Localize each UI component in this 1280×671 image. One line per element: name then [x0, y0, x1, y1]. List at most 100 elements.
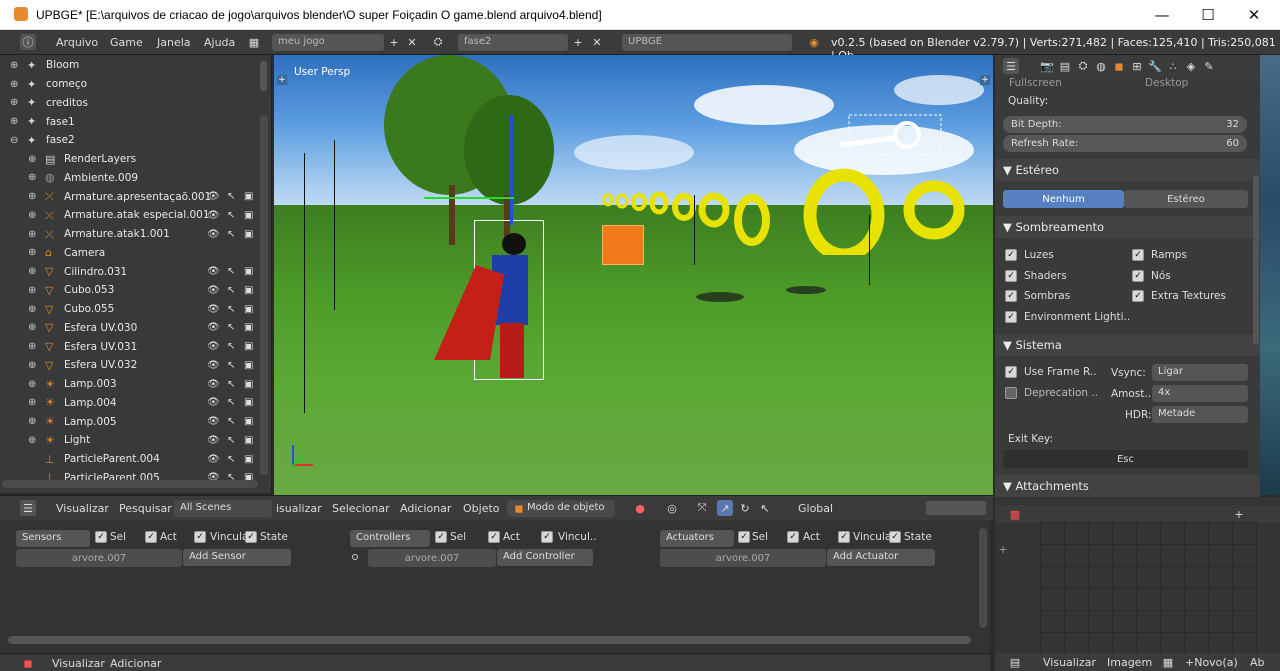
- logic-menu-visualizar[interactable]: Visualizar: [52, 657, 105, 670]
- render-icon[interactable]: ▣: [244, 379, 253, 390]
- outliner-item[interactable]: ⊕ ▽ Esfera UV.032 👁 ↖ ▣: [0, 356, 260, 375]
- editor-type-icon[interactable]: ◼: [20, 655, 36, 671]
- menu-game[interactable]: Game: [110, 36, 143, 49]
- vsync-select[interactable]: Ligar: [1152, 364, 1248, 381]
- samples-select[interactable]: 4x: [1152, 385, 1248, 402]
- actuators-act-checkbox[interactable]: ✓: [787, 531, 799, 543]
- shading-option-checkbox[interactable]: ✓: [1132, 270, 1144, 282]
- render-icon[interactable]: ▣: [244, 304, 253, 315]
- eye-icon[interactable]: 👁: [207, 229, 220, 240]
- add-scene-icon[interactable]: +: [570, 34, 586, 50]
- outliner-item[interactable]: ⊥ ParticleParent.004 👁 ↖ ▣: [0, 450, 260, 469]
- world-tab-icon[interactable]: ◍: [1093, 58, 1109, 74]
- controllers-act-checkbox[interactable]: ✓: [488, 531, 500, 543]
- eye-icon[interactable]: 👁: [207, 285, 220, 296]
- image-menu-imagem[interactable]: Imagem: [1107, 656, 1152, 669]
- cursor-icon[interactable]: ↖: [227, 191, 235, 202]
- controllers-menu[interactable]: Controllers: [350, 530, 430, 547]
- outliner-item[interactable]: ⊕ ☀ Lamp.003 👁 ↖ ▣: [0, 375, 260, 394]
- logic-hscroll[interactable]: [8, 636, 971, 644]
- image-menu-visualizar[interactable]: Visualizar: [1043, 656, 1096, 669]
- info-icon[interactable]: ⓘ: [20, 34, 36, 50]
- deprecation-checkbox[interactable]: [1005, 387, 1017, 399]
- eye-icon[interactable]: 👁: [207, 379, 220, 390]
- close-window-button[interactable]: ✕: [1231, 0, 1277, 30]
- sensors-sel-checkbox[interactable]: ✓: [95, 531, 107, 543]
- scale-icon[interactable]: ↖: [757, 500, 773, 516]
- expand-toggle-icon[interactable]: ⊕: [28, 435, 36, 446]
- menu-arquivo[interactable]: Arquivo: [56, 36, 98, 49]
- shading-panel-header[interactable]: ▼ Sombreamento: [995, 216, 1260, 238]
- logic-menu-adicionar[interactable]: Adicionar: [110, 657, 161, 670]
- cursor-icon[interactable]: ↖: [227, 322, 235, 333]
- expand-toggle-icon[interactable]: ⊕: [28, 397, 36, 408]
- actuators-object-field[interactable]: arvore.007: [660, 549, 826, 567]
- shading-option-checkbox[interactable]: ✓: [1132, 290, 1144, 302]
- fullscreen-option[interactable]: Fullscreen: [1009, 77, 1062, 89]
- data-tab-icon[interactable]: ∴: [1165, 58, 1181, 74]
- outliner-item[interactable]: ⊕ ▽ Cubo.055 👁 ↖ ▣: [0, 300, 260, 319]
- sensors-state-checkbox[interactable]: ✓: [245, 531, 257, 543]
- scene-tab-icon[interactable]: ⛭: [1075, 58, 1091, 74]
- cursor-icon[interactable]: ↖: [227, 360, 235, 371]
- outliner-item[interactable]: ⊕ ⤫ Armature.atak1.001 👁 ↖ ▣: [0, 225, 260, 244]
- render-icon[interactable]: ▣: [244, 229, 253, 240]
- outliner-hscroll[interactable]: [2, 480, 258, 488]
- pivot-icon[interactable]: ◎: [664, 500, 680, 516]
- outliner-item[interactable]: ⊕ ▤ RenderLayers: [0, 150, 260, 169]
- render-icon[interactable]: ▣: [244, 285, 253, 296]
- actuators-state-checkbox[interactable]: ✓: [889, 531, 901, 543]
- expand-toggle-icon[interactable]: ⊕: [28, 379, 36, 390]
- add-controller-select[interactable]: Add Controller: [497, 549, 593, 566]
- editor-type-icon[interactable]: ☰: [1003, 58, 1019, 74]
- controllers-sel-checkbox[interactable]: ✓: [435, 531, 447, 543]
- viewport-menu-objeto[interactable]: Objeto: [463, 502, 500, 515]
- hdr-select[interactable]: Metade: [1152, 406, 1248, 423]
- expand-toggle-icon[interactable]: ⊕: [28, 266, 36, 277]
- texture-icon[interactable]: ▩: [1007, 506, 1023, 522]
- stereo-panel-header[interactable]: ▼ Estéreo: [995, 159, 1260, 181]
- cursor-icon[interactable]: ↖: [227, 210, 235, 221]
- use-frame-rate-checkbox[interactable]: ✓: [1005, 366, 1017, 378]
- eye-icon[interactable]: 👁: [207, 322, 220, 333]
- cursor-icon[interactable]: ↖: [227, 341, 235, 352]
- remove-scene-icon[interactable]: ✕: [589, 34, 605, 50]
- object-tab-icon[interactable]: ◼: [1111, 58, 1127, 74]
- expand-toggle-icon[interactable]: ⊕: [10, 97, 18, 108]
- outliner-item[interactable]: ⊕ ✦ Bloom: [0, 56, 260, 75]
- sensors-menu[interactable]: Sensors: [16, 530, 90, 547]
- material-tab-icon[interactable]: ◈: [1183, 58, 1199, 74]
- exit-key-field[interactable]: Esc: [1003, 450, 1248, 468]
- cursor-icon[interactable]: ↖: [227, 435, 235, 446]
- outliner-scroll-track[interactable]: [260, 115, 268, 475]
- outliner-item[interactable]: ⊕ ✦ fase1: [0, 112, 260, 131]
- scene-icon[interactable]: ⛭: [430, 34, 446, 50]
- maximize-button[interactable]: ☐: [1185, 0, 1231, 30]
- shading-option-checkbox[interactable]: ✓: [1005, 249, 1017, 261]
- expand-toggle-icon[interactable]: ⊖: [10, 135, 18, 146]
- system-panel-header[interactable]: ▼ Sistema: [995, 334, 1260, 356]
- stereo-none-button[interactable]: Nenhum: [1003, 190, 1124, 208]
- outliner-item[interactable]: ⊕ ◍ Ambiente.009: [0, 169, 260, 188]
- eye-icon[interactable]: 👁: [207, 454, 220, 465]
- editor-type-icon[interactable]: ☰: [20, 500, 36, 516]
- expand-toggle-icon[interactable]: ⊕: [28, 341, 36, 352]
- expand-toggle-icon[interactable]: ⊕: [28, 304, 36, 315]
- controllers-object-field[interactable]: arvore.007: [368, 549, 496, 567]
- eye-icon[interactable]: 👁: [207, 266, 220, 277]
- add-screen-icon[interactable]: +: [386, 34, 402, 50]
- outliner-item[interactable]: ⊕ ⌂ Camera: [0, 244, 260, 263]
- eye-icon[interactable]: 👁: [207, 360, 220, 371]
- screen-layout-icon[interactable]: ▦: [246, 34, 262, 50]
- layers-tab-icon[interactable]: ▤: [1057, 58, 1073, 74]
- remove-screen-icon[interactable]: ✕: [404, 34, 420, 50]
- sensors-act-checkbox[interactable]: ✓: [145, 531, 157, 543]
- desktop-option[interactable]: Desktop: [1145, 77, 1188, 89]
- outliner-item[interactable]: ⊕ ☀ Lamp.005 👁 ↖ ▣: [0, 412, 260, 431]
- image-editor-grid[interactable]: [1040, 522, 1258, 653]
- physics-tab-icon[interactable]: ✎: [1201, 58, 1217, 74]
- render-icon[interactable]: ▣: [244, 266, 253, 277]
- expand-toggle-icon[interactable]: ⊕: [28, 210, 36, 221]
- stereo-stereo-button[interactable]: Estéreo: [1124, 190, 1248, 208]
- render-icon[interactable]: ▣: [244, 360, 253, 371]
